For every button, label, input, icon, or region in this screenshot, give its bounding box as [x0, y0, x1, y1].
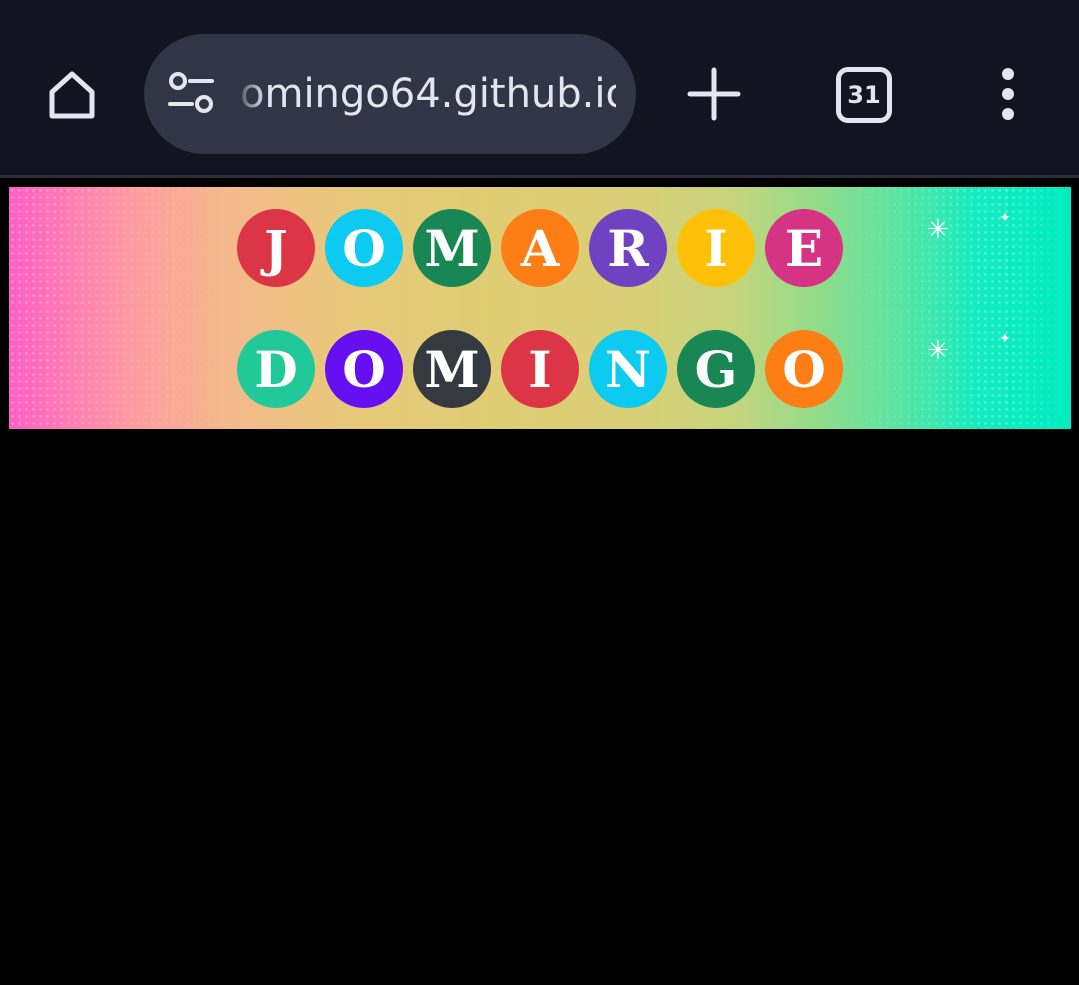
sparkle-icon: ✳ — [927, 215, 949, 245]
site-settings-icon[interactable] — [166, 70, 216, 120]
banner-row-top: ✳ ✦ JOMARIE — [9, 187, 1071, 308]
letters-row: DOMINGO — [237, 330, 843, 408]
home-button[interactable] — [38, 60, 106, 128]
banner-row-bottom: ✳ ✦ DOMINGO — [9, 308, 1071, 429]
letters-row: JOMARIE — [237, 209, 843, 287]
letter-circle[interactable]: J — [237, 209, 315, 287]
letter-circle[interactable]: M — [413, 330, 491, 408]
letter-circle[interactable]: I — [677, 209, 755, 287]
tab-count: 31 — [847, 81, 881, 109]
letter-circle[interactable]: A — [501, 209, 579, 287]
letter-circle[interactable]: O — [325, 330, 403, 408]
letter-circle[interactable]: E — [765, 209, 843, 287]
name-banner: ✳ ✦ JOMARIE ✳ ✦ DOMINGO — [9, 187, 1071, 429]
letter-circle[interactable]: R — [589, 209, 667, 287]
sparkle-icon: ✳ — [927, 336, 949, 366]
letter-circle[interactable]: D — [237, 330, 315, 408]
url-text[interactable]: omingo64.github.io — [240, 60, 616, 128]
letter-circle[interactable]: I — [501, 330, 579, 408]
letter-circle[interactable]: G — [677, 330, 755, 408]
address-bar[interactable]: omingo64.github.io — [144, 34, 636, 154]
letter-circle[interactable]: M — [413, 209, 491, 287]
letter-circle[interactable]: O — [325, 209, 403, 287]
more-vert-icon[interactable] — [988, 66, 1028, 122]
letter-circle[interactable]: O — [765, 330, 843, 408]
browser-toolbar: omingo64.github.io 31 — [0, 0, 1079, 178]
letter-circle[interactable]: N — [589, 330, 667, 408]
page-content: ✳ ✦ JOMARIE ✳ ✦ DOMINGO — [0, 181, 1079, 985]
sparkle-icon: ✦ — [999, 331, 1011, 347]
plus-icon[interactable] — [684, 64, 744, 124]
home-icon — [49, 71, 95, 119]
tab-switcher-button[interactable]: 31 — [836, 67, 892, 123]
sparkle-icon: ✦ — [999, 210, 1011, 226]
